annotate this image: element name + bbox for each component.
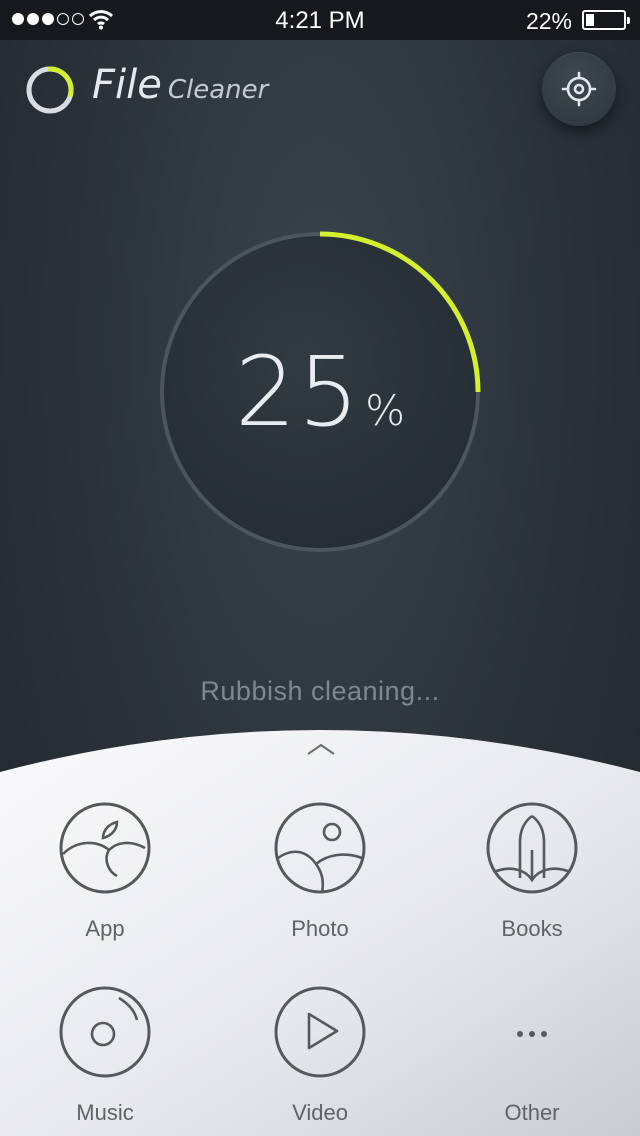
book-icon [486,802,578,894]
category-label: Books [501,916,563,941]
category-panel: App Photo Books Music Video Other [0,728,640,1136]
category-other[interactable]: Other [452,984,612,1126]
category-music[interactable]: Music [25,984,185,1126]
progress-value: 25 [234,336,362,448]
cleaning-status: Rubbish cleaning... [200,676,440,706]
app-title-main: File [92,62,162,108]
progress-percent: 25% [140,212,500,572]
photo-icon [274,802,366,894]
disc-icon [59,986,151,1078]
chevron-up-icon[interactable] [306,742,336,756]
gear-icon [561,71,597,107]
category-label: App [85,916,125,941]
more-icon [517,1031,547,1037]
category-photo[interactable]: Photo [240,800,400,942]
category-label: Video [292,1100,348,1125]
category-books[interactable]: Books [452,800,612,942]
category-label: Other [504,1100,560,1125]
settings-button[interactable] [542,52,616,126]
category-label: Music [76,1100,134,1125]
progress-ring: 25% [140,212,500,572]
category-app[interactable]: App [25,800,185,942]
battery-fill [586,14,594,26]
status-bar: 4:21 PM 22% [0,0,640,40]
battery-icon [582,10,630,30]
apple-icon [59,802,151,894]
ring-logo-icon [26,66,74,114]
play-icon [274,986,366,1078]
progress-unit: % [365,385,406,435]
battery-percent: 22% [525,8,572,34]
category-video[interactable]: Video [240,984,400,1126]
category-label: Photo [291,916,349,941]
app-title: File Cleaner [92,62,268,108]
app-title-sub: Cleaner [167,75,269,105]
